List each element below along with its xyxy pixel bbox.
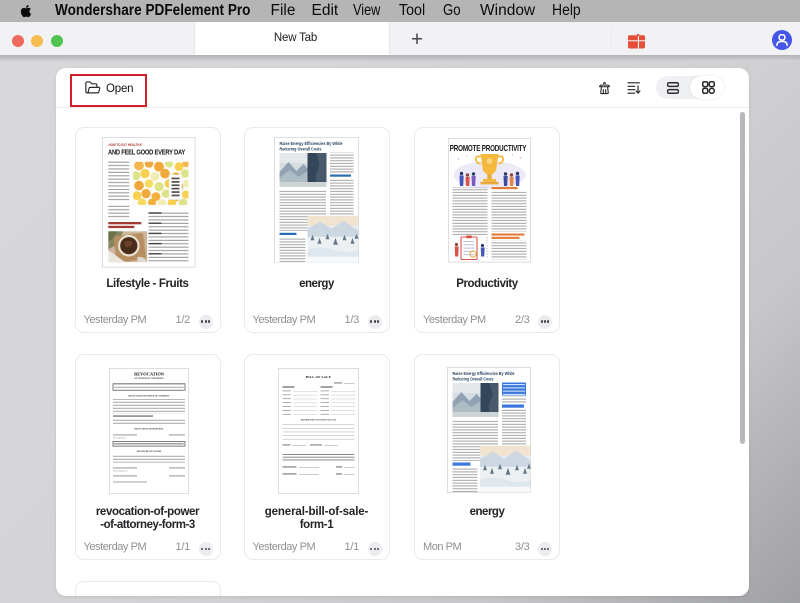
svg-text:REVOCATION: REVOCATION xyxy=(134,372,165,377)
svg-text:INFORMATION ON ITEM SOLD AS-IS: INFORMATION ON ITEM SOLD AS-IS xyxy=(300,419,336,422)
svg-text:(Notary legal name): (Notary legal name) xyxy=(113,470,128,473)
svg-text:OF POWER OF ATTORNEY: OF POWER OF ATTORNEY xyxy=(134,378,164,381)
svg-text:PROMOTE PRODUCTIVITY: PROMOTE PRODUCTIVITY xyxy=(449,145,526,154)
svg-text:REVOCATION OF POWER OF ATTORNE: REVOCATION OF POWER OF ATTORNEY xyxy=(128,395,170,398)
svg-text:REVOCATION OF PRINCIPAL: REVOCATION OF PRINCIPAL xyxy=(134,428,164,431)
svg-text:HOW TO EAT HEALTHY!: HOW TO EAT HEALTHY! xyxy=(109,143,143,147)
svg-text:AND FEEL GOOD EVERY DAY: AND FEEL GOOD EVERY DAY xyxy=(108,148,185,157)
svg-text:Reducing Overall Costs: Reducing Overall Costs xyxy=(279,146,321,151)
svg-text:Reducing Overall Costs: Reducing Overall Costs xyxy=(453,377,494,382)
svg-text:SIGNATURE OF NOTARY: SIGNATURE OF NOTARY xyxy=(137,451,162,454)
svg-text:BILL OF SALE: BILL OF SALE xyxy=(305,375,331,379)
svg-text:(Your legal name): (Your legal name) xyxy=(113,437,126,440)
